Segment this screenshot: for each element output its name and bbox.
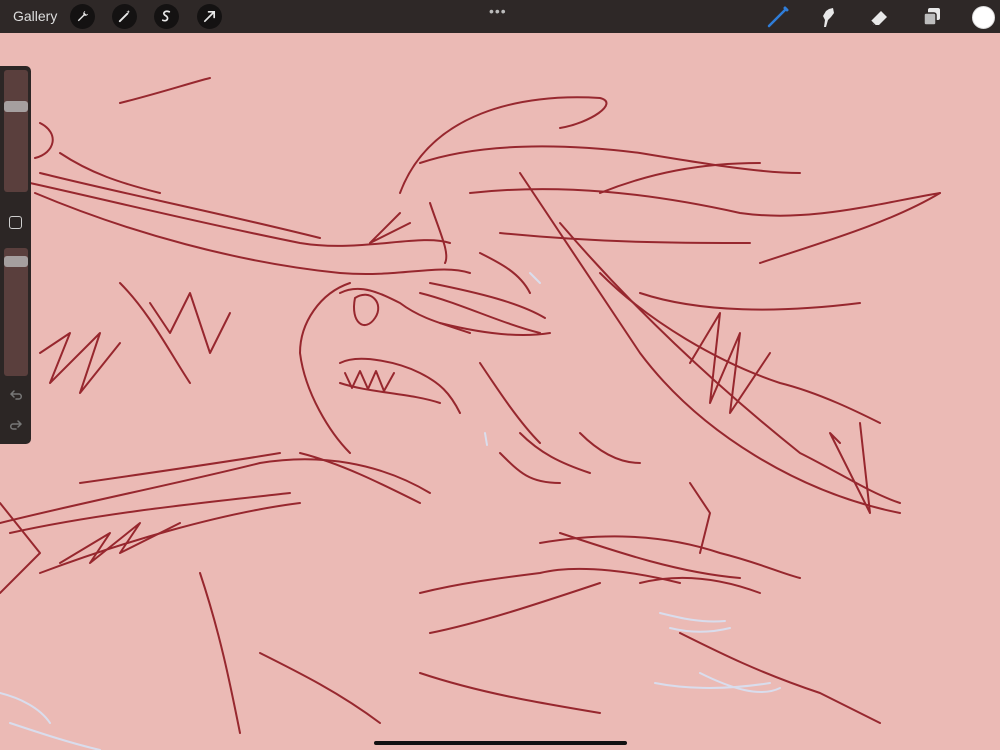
brush-icon (767, 6, 789, 28)
layers-icon (923, 8, 940, 26)
left-sidebar (0, 66, 31, 444)
gallery-button[interactable]: Gallery (13, 8, 57, 24)
smudge-tool-button[interactable] (816, 5, 840, 29)
opacity-slider-handle[interactable] (4, 256, 28, 268)
brush-size-slider[interactable] (4, 70, 28, 192)
opacity-slider[interactable] (4, 248, 28, 376)
brush-tool-button[interactable] (766, 5, 790, 29)
transform-button[interactable] (197, 4, 222, 29)
modify-square-icon[interactable] (9, 216, 22, 229)
transform-arrow-icon (203, 10, 216, 23)
brush-size-slider-handle[interactable] (4, 101, 28, 113)
drawing-canvas[interactable] (0, 33, 1000, 750)
smudge-icon (823, 8, 834, 27)
eraser-tool-button[interactable] (868, 5, 892, 29)
more-options-indicator[interactable]: ••• (489, 3, 507, 19)
actions-button[interactable] (70, 4, 95, 29)
home-indicator[interactable] (374, 741, 627, 745)
selection-icon (161, 10, 171, 22)
eraser-icon (870, 11, 887, 27)
layers-button[interactable] (920, 5, 944, 29)
selection-button[interactable] (154, 4, 179, 29)
undo-icon[interactable] (9, 389, 23, 401)
sketch-artwork (0, 77, 941, 750)
adjustments-button[interactable] (112, 4, 137, 29)
magic-wand-icon (118, 9, 131, 23)
color-picker-button[interactable] (972, 6, 995, 29)
top-toolbar: Gallery ••• (0, 0, 1000, 33)
redo-icon[interactable] (9, 419, 23, 431)
wrench-icon (77, 10, 89, 22)
